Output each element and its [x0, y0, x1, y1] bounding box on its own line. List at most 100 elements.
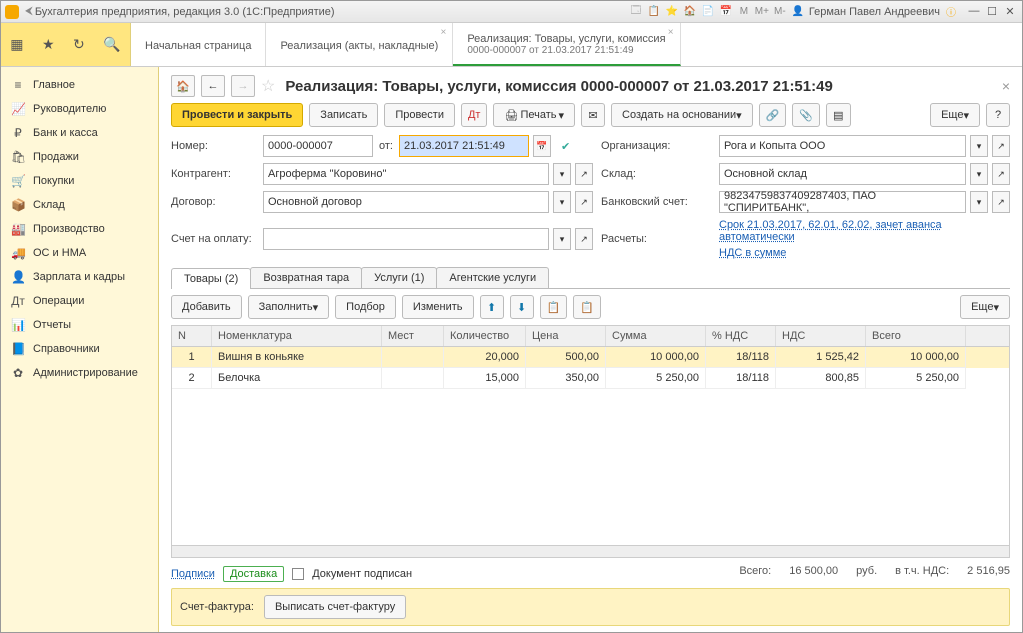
col-vatp[interactable]: % НДС [706, 326, 776, 346]
back-icon[interactable]: ⮜ [25, 5, 33, 18]
fill-menu[interactable]: Заполнить ▾ [248, 295, 330, 319]
dropdown-icon[interactable]: ▾ [553, 228, 571, 250]
signatures-link[interactable]: Подписи [171, 568, 215, 580]
tab-sales-acts[interactable]: Реализация (акты, накладные) × [266, 23, 453, 66]
sidebar-item-manager[interactable]: 📈Руководителю [1, 97, 158, 121]
dropdown-icon[interactable]: ▾ [553, 191, 571, 213]
status-icon[interactable]: ✔ [561, 140, 570, 153]
forward-button[interactable]: → [231, 75, 255, 97]
col-item[interactable]: Номенклатура [212, 326, 382, 346]
titlebar-icon[interactable]: 📄 [701, 5, 715, 19]
sidebar-item-main[interactable]: ≡Главное [1, 73, 158, 97]
minimize-button[interactable]: — [966, 5, 982, 18]
favorite-icon[interactable]: ☆ [261, 76, 275, 96]
titlebar-icon[interactable]: 🏠 [683, 5, 697, 19]
col-sum[interactable]: Сумма [606, 326, 706, 346]
maximize-button[interactable]: ☐ [984, 5, 1000, 18]
post-button[interactable]: Провести [384, 103, 455, 127]
sidebar-item-refs[interactable]: 📘Справочники [1, 337, 158, 361]
sidebar-item-reports[interactable]: 📊Отчеты [1, 313, 158, 337]
memory-mplus-icon[interactable]: M+ [755, 5, 769, 19]
subtab-agent[interactable]: Агентские услуги [436, 267, 549, 288]
col-price[interactable]: Цена [526, 326, 606, 346]
apps-icon[interactable]: ▦ [10, 36, 23, 53]
home-button[interactable]: 🏠 [171, 75, 195, 97]
col-total[interactable]: Всего [866, 326, 966, 346]
more-menu[interactable]: Еще ▾ [930, 103, 980, 127]
sidebar-item-purchases[interactable]: 🛒Покупки [1, 169, 158, 193]
create-based-menu[interactable]: Создать на основании ▾ [611, 103, 753, 127]
payment-input[interactable] [263, 228, 549, 250]
warehouse-input[interactable]: Основной склад [719, 163, 966, 185]
contract-input[interactable]: Основной договор [263, 191, 549, 213]
memory-m-icon[interactable]: M [737, 5, 751, 19]
tab-realization[interactable]: Реализация: Товары, услуги, комиссия 000… [453, 23, 680, 66]
signed-checkbox[interactable] [292, 568, 304, 580]
open-icon[interactable]: ↗ [575, 163, 593, 185]
sidebar-item-production[interactable]: 🏭Производство [1, 217, 158, 241]
memory-mminus-icon[interactable]: M- [773, 5, 787, 19]
close-button[interactable]: ✕ [1002, 5, 1018, 18]
info-icon[interactable]: ⓘ [944, 5, 958, 19]
user-name[interactable]: Герман Павел Андреевич [809, 6, 940, 18]
sidebar-item-sales[interactable]: 🛍Продажи [1, 145, 158, 169]
sidebar-item-bank[interactable]: ₽Банк и касса [1, 121, 158, 145]
nds-link[interactable]: НДС в сумме [719, 247, 786, 259]
history-icon[interactable]: ↻ [73, 36, 85, 53]
titlebar-icon[interactable]: 🗔 [629, 5, 643, 19]
print-menu[interactable]: 🖨 Печать ▾ [493, 103, 575, 127]
search-icon[interactable]: 🔍 [103, 36, 120, 53]
subtab-services[interactable]: Услуги (1) [361, 267, 437, 288]
open-icon[interactable]: ↗ [992, 135, 1010, 157]
org-input[interactable]: Рога и Копыта ООО [719, 135, 966, 157]
number-input[interactable]: 0000-000007 [263, 135, 373, 157]
col-n[interactable]: N [172, 326, 212, 346]
help-button[interactable]: ? [986, 103, 1010, 127]
table-row[interactable]: 1 Вишня в коньяке 20,000 500,00 10 000,0… [172, 347, 1009, 368]
post-close-button[interactable]: Провести и закрыть [171, 103, 303, 127]
user-icon[interactable]: 👤 [791, 5, 805, 19]
back-button[interactable]: ← [201, 75, 225, 97]
close-icon[interactable]: × [440, 27, 446, 38]
subtab-goods[interactable]: Товары (2) [171, 268, 251, 289]
open-icon[interactable]: ↗ [575, 228, 593, 250]
move-up-button[interactable]: ⬆ [480, 295, 504, 319]
calc-link[interactable]: Срок 21.03.2017, 62.01, 62.02, зачет ава… [719, 219, 942, 243]
open-icon[interactable]: ↗ [575, 191, 593, 213]
titlebar-icon[interactable]: 📅 [719, 5, 733, 19]
save-button[interactable]: Записать [309, 103, 378, 127]
change-button[interactable]: Изменить [402, 295, 474, 319]
open-icon[interactable]: ↗ [992, 191, 1010, 213]
close-icon[interactable]: × [1002, 78, 1010, 94]
list-button[interactable]: ▤ [826, 103, 850, 127]
col-vat[interactable]: НДС [776, 326, 866, 346]
bank-input[interactable]: 98234759837409287403, ПАО "СПИРИТБАНК", [719, 191, 966, 213]
delivery-link[interactable]: Доставка [223, 566, 284, 582]
mail-button[interactable]: ✉ [581, 103, 605, 127]
contractor-input[interactable]: Агроферма "Коровино" [263, 163, 549, 185]
dropdown-icon[interactable]: ▾ [970, 135, 988, 157]
sidebar-item-payroll[interactable]: 👤Зарплата и кадры [1, 265, 158, 289]
titlebar-icon[interactable]: ⭐ [665, 5, 679, 19]
titlebar-icon[interactable]: 📋 [647, 5, 661, 19]
open-icon[interactable]: ↗ [992, 163, 1010, 185]
table-more-menu[interactable]: Еще ▾ [960, 295, 1010, 319]
col-qty[interactable]: Количество [444, 326, 526, 346]
date-input[interactable]: 21.03.2017 21:51:49 [399, 135, 529, 157]
sidebar-item-os[interactable]: 🚚ОС и НМА [1, 241, 158, 265]
calendar-icon[interactable]: 📅 [533, 135, 551, 157]
sidebar-item-admin[interactable]: ✿Администрирование [1, 361, 158, 385]
move-down-button[interactable]: ⬇ [510, 295, 534, 319]
col-places[interactable]: Мест [382, 326, 444, 346]
add-button[interactable]: Добавить [171, 295, 242, 319]
dropdown-icon[interactable]: ▾ [553, 163, 571, 185]
issue-invoice-button[interactable]: Выписать счет-фактуру [264, 595, 406, 619]
link-button[interactable]: 🔗 [759, 103, 787, 127]
horizontal-scrollbar[interactable] [172, 545, 1009, 557]
close-icon[interactable]: × [668, 27, 674, 38]
tab-start[interactable]: Начальная страница [131, 23, 266, 66]
dropdown-icon[interactable]: ▾ [970, 191, 988, 213]
sidebar-item-operations[interactable]: ДтОперации [1, 289, 158, 313]
dt-kt-button[interactable]: Дт [461, 103, 488, 127]
copy-button[interactable]: 📋 [540, 295, 568, 319]
